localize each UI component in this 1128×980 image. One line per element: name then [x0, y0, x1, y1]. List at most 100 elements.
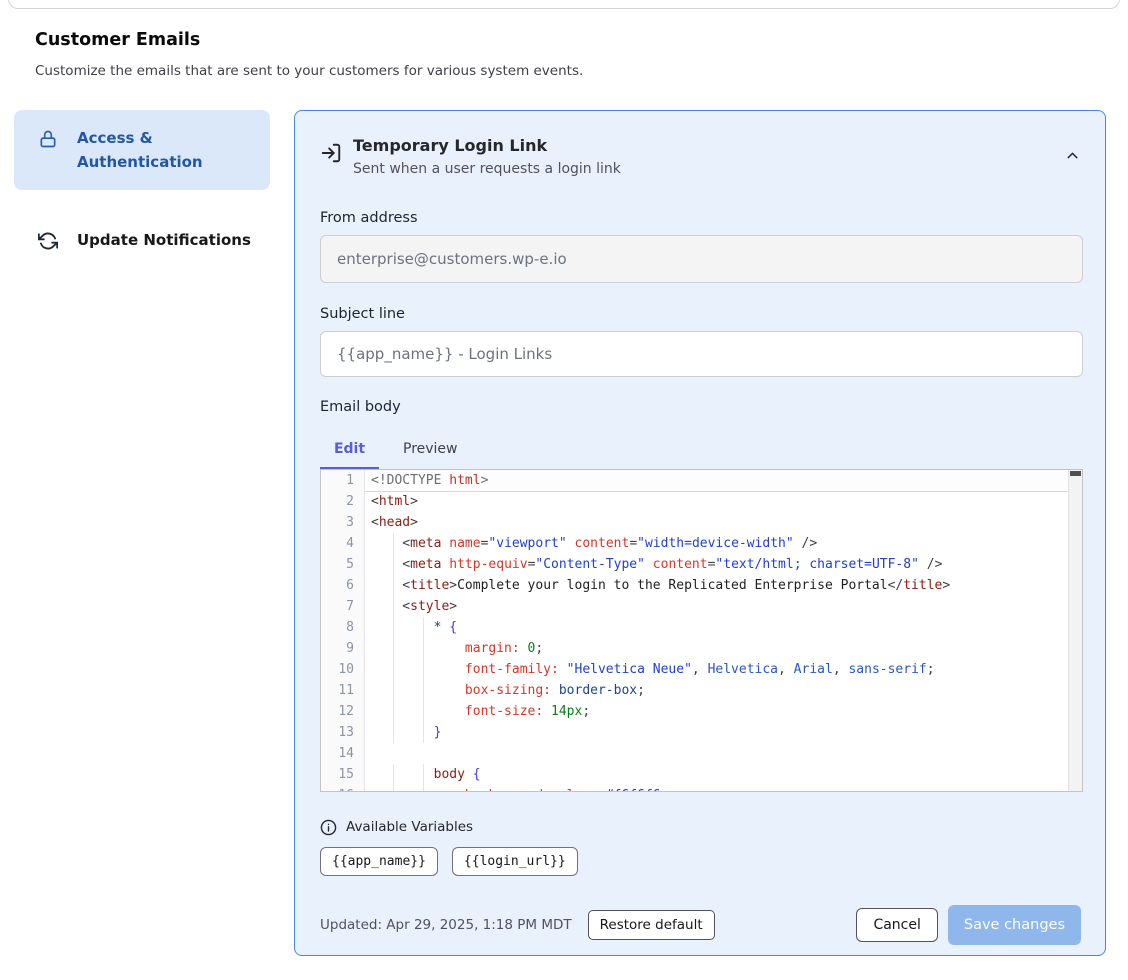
indent-guide — [423, 701, 424, 722]
info-icon — [320, 819, 337, 836]
code-line-content[interactable]: font-family: "Helvetica Neue", Helvetica… — [365, 659, 1082, 680]
code-line-12[interactable]: 12 font-size: 14px; — [321, 701, 1082, 722]
code-line-content[interactable]: <title>Complete your login to the Replic… — [365, 575, 1082, 596]
login-icon — [320, 142, 342, 164]
footer-actions: Cancel Save changes — [856, 905, 1081, 945]
line-number: 10 — [321, 659, 365, 680]
previous-card-bottom-edge — [8, 0, 1120, 9]
indent-guide — [393, 575, 394, 596]
code-line-5[interactable]: 5 <meta http-equiv="Content-Type" conten… — [321, 554, 1082, 575]
save-changes-button[interactable]: Save changes — [948, 905, 1081, 945]
line-number: 11 — [321, 680, 365, 701]
page-title: Customer Emails — [35, 30, 935, 50]
line-number: 16 — [321, 785, 365, 792]
code-line-content[interactable]: <head> — [365, 512, 1082, 533]
indent-guide — [393, 764, 394, 785]
code-line-content[interactable]: box-sizing: border-box; — [365, 680, 1082, 701]
page-header: Customer Emails Customize the emails tha… — [35, 30, 935, 79]
email-body-code-editor[interactable]: 1<!DOCTYPE html>2<html>3<head>4 <meta na… — [320, 469, 1083, 792]
updated-timestamp: Updated: Apr 29, 2025, 1:18 PM MDT — [320, 917, 572, 933]
code-line-content[interactable]: <html> — [365, 491, 1082, 512]
indent-guide — [393, 680, 394, 701]
panel-header: Temporary Login Link Sent when a user re… — [320, 135, 1081, 177]
code-line-content[interactable]: <meta name="viewport" content="width=dev… — [365, 533, 1082, 554]
indent-guide — [393, 554, 394, 575]
panel-title: Temporary Login Link — [353, 135, 621, 157]
indent-guide — [393, 785, 394, 792]
sidebar-item-access-authentication[interactable]: Access & Authentication — [14, 110, 270, 190]
panel-header-text: Temporary Login Link Sent when a user re… — [353, 135, 621, 177]
panel-footer: Updated: Apr 29, 2025, 1:18 PM MDT Resto… — [320, 905, 1081, 945]
temporary-login-link-panel: Temporary Login Link Sent when a user re… — [294, 110, 1106, 956]
line-number: 1 — [321, 470, 365, 491]
code-line-content[interactable]: background-color: #f6f6f6; — [365, 785, 1082, 792]
line-number: 7 — [321, 596, 365, 617]
refresh-icon — [38, 231, 58, 251]
tab-edit[interactable]: Edit — [320, 431, 379, 469]
indent-guide — [393, 596, 394, 617]
indent-guide — [423, 722, 424, 743]
code-line-4[interactable]: 4 <meta name="viewport" content="width=d… — [321, 533, 1082, 554]
code-line-1[interactable]: 1<!DOCTYPE html> — [321, 470, 1082, 491]
panel-subtitle: Sent when a user requests a login link — [353, 161, 621, 177]
indent-guide — [393, 533, 394, 554]
indent-guide — [393, 722, 394, 743]
line-number: 8 — [321, 617, 365, 638]
chevron-up-icon[interactable] — [1064, 147, 1081, 164]
from-address-label: From address — [320, 210, 1081, 226]
tab-preview[interactable]: Preview — [379, 431, 482, 469]
code-lines: 1<!DOCTYPE html>2<html>3<head>4 <meta na… — [321, 470, 1082, 792]
email-types-sidebar: Access & Authentication Update Notificat… — [14, 110, 270, 268]
code-line-content[interactable]: <meta http-equiv="Content-Type" content=… — [365, 554, 1082, 575]
code-line-10[interactable]: 10 font-family: "Helvetica Neue", Helvet… — [321, 659, 1082, 680]
line-number: 14 — [321, 743, 365, 764]
code-line-14[interactable]: 14 — [321, 743, 1082, 764]
indent-guide — [423, 617, 424, 638]
editor-scrollbar[interactable] — [1068, 470, 1082, 791]
indent-guide — [393, 617, 394, 638]
editor-scrollbar-thumb[interactable] — [1070, 471, 1081, 476]
indent-guide — [423, 764, 424, 785]
line-number: 6 — [321, 575, 365, 596]
code-line-content[interactable]: body { — [365, 764, 1082, 785]
indent-guide — [393, 659, 394, 680]
code-line-2[interactable]: 2<html> — [321, 491, 1082, 512]
line-number: 12 — [321, 701, 365, 722]
code-line-9[interactable]: 9 margin: 0; — [321, 638, 1082, 659]
email-body-tabs: Edit Preview — [320, 431, 1081, 469]
sidebar-item-update-notifications[interactable]: Update Notifications — [14, 212, 270, 268]
variable-chip-login-url[interactable]: {{login_url}} — [452, 847, 578, 876]
code-line-content[interactable] — [365, 743, 1082, 764]
code-line-8[interactable]: 8 * { — [321, 617, 1082, 638]
code-line-7[interactable]: 7 <style> — [321, 596, 1082, 617]
code-line-15[interactable]: 15 body { — [321, 764, 1082, 785]
code-line-6[interactable]: 6 <title>Complete your login to the Repl… — [321, 575, 1082, 596]
code-line-13[interactable]: 13 } — [321, 722, 1082, 743]
available-variables-row: Available Variables — [320, 819, 1081, 836]
sidebar-item-label: Update Notifications — [77, 228, 251, 252]
email-body-label: Email body — [320, 399, 1081, 415]
code-line-content[interactable]: margin: 0; — [365, 638, 1082, 659]
code-line-content[interactable]: font-size: 14px; — [365, 701, 1082, 722]
cancel-button[interactable]: Cancel — [856, 908, 937, 942]
indent-guide — [423, 638, 424, 659]
indent-guide — [423, 659, 424, 680]
code-line-16[interactable]: 16 background-color: #f6f6f6; — [321, 785, 1082, 792]
subject-line-input[interactable] — [320, 331, 1083, 377]
indent-guide — [423, 680, 424, 701]
line-number: 3 — [321, 512, 365, 533]
code-line-content[interactable]: <!DOCTYPE html> — [365, 470, 1082, 491]
code-line-content[interactable]: * { — [365, 617, 1082, 638]
variable-chip-app-name[interactable]: {{app_name}} — [320, 847, 438, 876]
indent-guide — [393, 638, 394, 659]
line-number: 13 — [321, 722, 365, 743]
lock-icon — [38, 129, 58, 149]
code-line-3[interactable]: 3<head> — [321, 512, 1082, 533]
code-line-content[interactable]: } — [365, 722, 1082, 743]
code-line-content[interactable]: <style> — [365, 596, 1082, 617]
line-number: 5 — [321, 554, 365, 575]
code-line-11[interactable]: 11 box-sizing: border-box; — [321, 680, 1082, 701]
restore-default-button[interactable]: Restore default — [588, 910, 715, 940]
from-address-input[interactable] — [320, 235, 1083, 283]
page-subtitle: Customize the emails that are sent to yo… — [35, 63, 935, 79]
